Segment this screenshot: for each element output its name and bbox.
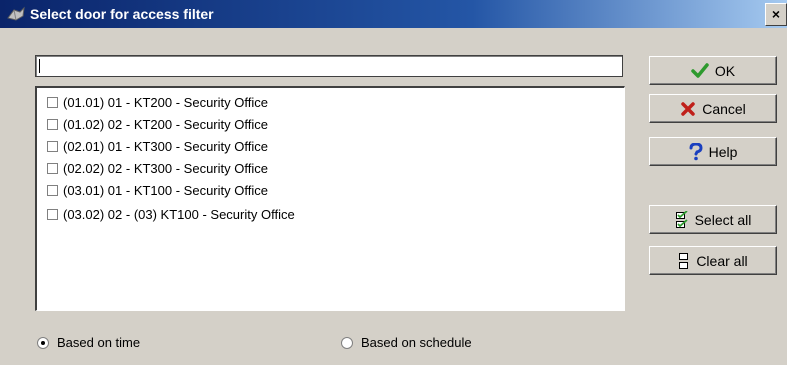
window-title: Select door for access filter	[30, 6, 214, 22]
question-icon	[689, 142, 703, 160]
clear-all-icon	[679, 252, 689, 269]
clear-all-button[interactable]: Clear all	[649, 246, 777, 275]
door-checkbox[interactable]	[47, 118, 58, 130]
app-icon	[6, 6, 26, 22]
door-checkbox[interactable]	[47, 208, 58, 220]
radio-based-on-time[interactable]: Based on time	[37, 335, 140, 350]
door-label: (02.01) 01 - KT300 - Security Office	[63, 138, 268, 154]
ok-button[interactable]: OK	[649, 56, 777, 85]
select-all-label: Select all	[694, 211, 752, 228]
door-label: (03.02) 02 - (03) KT100 - Security Offic…	[63, 206, 295, 222]
text-caret	[39, 59, 40, 73]
checkmark-icon	[691, 62, 709, 78]
door-checkbox[interactable]	[47, 140, 58, 152]
x-icon	[681, 101, 695, 116]
door-label: (03.01) 01 - KT100 - Security Office	[63, 182, 268, 198]
search-input[interactable]	[35, 55, 623, 77]
door-list-item[interactable]: (01.02) 02 - KT200 - Security Office	[47, 115, 268, 133]
dialog-window: Select door for access filter × (01.01) …	[0, 0, 787, 365]
clear-all-label: Clear all	[696, 252, 748, 269]
door-list-item[interactable]: (03.01) 01 - KT100 - Security Office	[47, 181, 268, 199]
radio-label: Based on time	[57, 335, 141, 350]
select-all-icon	[675, 210, 688, 228]
door-list-item[interactable]: (03.02) 02 - (03) KT100 - Security Offic…	[47, 205, 295, 223]
door-list-item[interactable]: (02.02) 02 - KT300 - Security Office	[47, 159, 268, 177]
door-checkbox[interactable]	[47, 184, 58, 196]
door-list[interactable]: (01.01) 01 - KT200 - Security Office (01…	[35, 86, 625, 311]
radio-based-on-schedule[interactable]: Based on schedule	[341, 335, 472, 350]
radio-button[interactable]	[37, 336, 49, 349]
ok-label: OK	[714, 62, 736, 79]
radio-button[interactable]	[341, 336, 353, 349]
help-button[interactable]: Help	[649, 137, 777, 166]
door-label: (01.01) 01 - KT200 - Security Office	[63, 94, 268, 110]
door-checkbox[interactable]	[47, 162, 58, 174]
radio-label: Based on schedule	[361, 335, 472, 350]
select-all-button[interactable]: Select all	[649, 205, 777, 234]
door-list-item[interactable]: (01.01) 01 - KT200 - Security Office	[47, 93, 268, 111]
cancel-button[interactable]: Cancel	[649, 94, 777, 123]
door-checkbox[interactable]	[47, 96, 58, 108]
close-button[interactable]: ×	[765, 3, 787, 26]
help-label: Help	[708, 143, 738, 160]
cancel-label: Cancel	[702, 100, 746, 117]
title-bar[interactable]: Select door for access filter ×	[0, 0, 787, 28]
door-list-item[interactable]: (02.01) 01 - KT300 - Security Office	[47, 137, 268, 155]
door-label: (02.02) 02 - KT300 - Security Office	[63, 160, 268, 176]
door-label: (01.02) 02 - KT200 - Security Office	[63, 116, 268, 132]
